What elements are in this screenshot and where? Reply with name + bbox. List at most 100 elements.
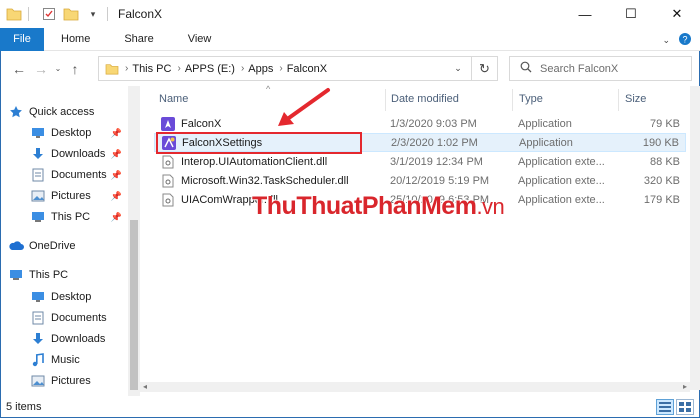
close-button[interactable]: ✕ [654,0,700,28]
nav-item-downloads[interactable]: Downloads 📌 [30,144,128,164]
file-name: Microsoft.Win32.TaskScheduler.dll [181,174,349,187]
nav-onedrive[interactable]: OneDrive [8,236,136,256]
nav-item-desktop[interactable]: Desktop 📌 [30,123,128,143]
window-controls: — ☐ ✕ [562,0,700,28]
nav-this-pc[interactable]: This PC [8,265,136,285]
minimize-button[interactable]: — [562,0,608,28]
nav-item-documents[interactable]: Documents 📌 [30,165,128,185]
item-count: 5 items [6,401,42,413]
breadcrumb-apps-drive[interactable]: APPS (E:) [185,63,235,75]
forward-button[interactable]: → [30,58,52,80]
expand-ribbon-icon[interactable]: ⌄ [662,35,670,46]
recent-locations-button[interactable]: ⌄ [52,58,64,80]
help-icon[interactable]: ? [678,32,692,49]
nav-item-pc-desktop[interactable]: Desktop [30,287,128,307]
nav-item-this-pc-quick[interactable]: This PC 📌 [30,207,128,227]
file-date: 3/1/2019 12:34 PM [390,155,483,168]
nav-label: Pictures [51,375,91,387]
nav-label: Quick access [29,106,95,118]
file-size: 88 KB [650,155,680,168]
column-size[interactable]: Size [625,86,646,112]
large-icons-view-button[interactable] [676,399,694,415]
file-row[interactable]: Microsoft.Win32.TaskScheduler.dll 20/12/… [154,171,686,190]
nav-item-pictures[interactable]: Pictures 📌 [30,186,128,206]
watermark-text: ThuThuatPhanMem [252,192,477,220]
file-list-hscrollbar[interactable]: ◂ ▸ [140,382,690,392]
dll-icon [160,192,176,208]
column-divider[interactable] [512,89,513,111]
highlight-box [156,132,362,154]
column-divider[interactable] [618,89,619,111]
pin-icon[interactable]: 📌 [111,170,122,181]
falcon-app-icon [160,116,176,132]
customize-qa-icon[interactable]: ▾ [85,6,101,22]
file-row[interactable]: Interop.UIAutomationClient.dll 3/1/2019 … [154,152,686,171]
dll-icon [160,173,176,189]
breadcrumb-falconx[interactable]: FalconX [287,63,327,75]
file-date: 20/12/2019 5:19 PM [390,174,490,187]
column-name[interactable]: Name [159,86,188,112]
nav-label: Pictures [51,190,91,202]
nav-quick-access[interactable]: Quick access [8,102,136,122]
breadcrumb-this-pc[interactable]: This PC [132,63,171,75]
folder-icon [105,63,119,75]
tab-share[interactable]: Share [107,33,170,45]
nav-label: Documents [51,312,107,324]
nav-label: This PC [51,211,91,223]
downloads-icon [30,331,46,347]
scroll-left-icon[interactable]: ◂ [143,382,147,391]
maximize-button[interactable]: ☐ [608,0,654,28]
ribbon-tabs: File Home Share View ⌄ ? [0,27,700,51]
nav-item-pc-downloads[interactable]: Downloads [30,329,128,349]
nav-item-pc-music[interactable]: Music [30,350,128,370]
nav-item-pc-documents[interactable]: Documents [30,308,128,328]
file-date: 1/3/2020 9:03 PM [390,117,477,130]
nav-scrollbar[interactable] [128,86,140,396]
refresh-icon[interactable]: ↻ [471,57,497,80]
nav-scroll-thumb[interactable] [130,220,138,390]
up-button[interactable]: ↑ [64,58,86,80]
address-row: ← → ⌄ ↑ › This PC › APPS (E:) › Apps › F… [0,52,700,85]
search-input[interactable] [540,62,680,75]
chevron-right-icon[interactable]: › [125,63,128,74]
chevron-right-icon[interactable]: › [177,63,180,74]
pictures-icon [30,188,46,204]
file-size: 190 KB [642,136,679,149]
pin-icon[interactable]: 📌 [111,212,122,223]
chevron-right-icon[interactable]: › [279,63,282,74]
breadcrumb-apps[interactable]: Apps [248,63,273,75]
file-size: 320 KB [643,174,680,187]
column-divider[interactable] [385,89,386,111]
pin-icon[interactable]: 📌 [111,128,122,139]
new-folder-icon[interactable] [63,6,79,22]
file-row[interactable]: FalconX 1/3/2020 9:03 PM Application 79 … [154,114,686,133]
navigation-pane: Quick access Desktop 📌 Downloads 📌 Docum… [0,86,140,396]
desktop-icon [30,125,46,141]
tab-view[interactable]: View [171,33,229,45]
pin-icon[interactable]: 📌 [111,191,122,202]
nav-item-pc-pictures[interactable]: Pictures [30,371,128,391]
address-bar[interactable]: › This PC › APPS (E:) › Apps › FalconX ⌄… [98,56,498,81]
search-box[interactable] [509,56,692,81]
tab-home[interactable]: Home [44,33,107,45]
nav-label: Documents [51,169,107,181]
star-icon [8,104,24,120]
address-dropdown-icon[interactable]: ⌄ [449,57,467,80]
scroll-right-icon[interactable]: ▸ [683,382,687,391]
chevron-right-icon[interactable]: › [241,63,244,74]
folder-icon [6,6,22,22]
pin-icon[interactable]: 📌 [111,149,122,160]
details-view-button[interactable] [656,399,674,415]
nav-label: Desktop [51,127,92,139]
watermark-suffix: .vn [476,194,505,219]
column-date-modified[interactable]: Date modified [391,86,459,112]
file-date: 2/3/2020 1:02 PM [391,136,478,149]
tab-file[interactable]: File [0,27,44,51]
red-arrow-icon [278,88,330,126]
properties-icon[interactable] [41,6,57,22]
documents-icon [30,167,46,183]
file-list-vscrollbar[interactable] [690,86,700,390]
back-button[interactable]: ← [8,58,30,80]
pictures-icon [30,373,46,389]
column-type[interactable]: Type [519,86,543,112]
